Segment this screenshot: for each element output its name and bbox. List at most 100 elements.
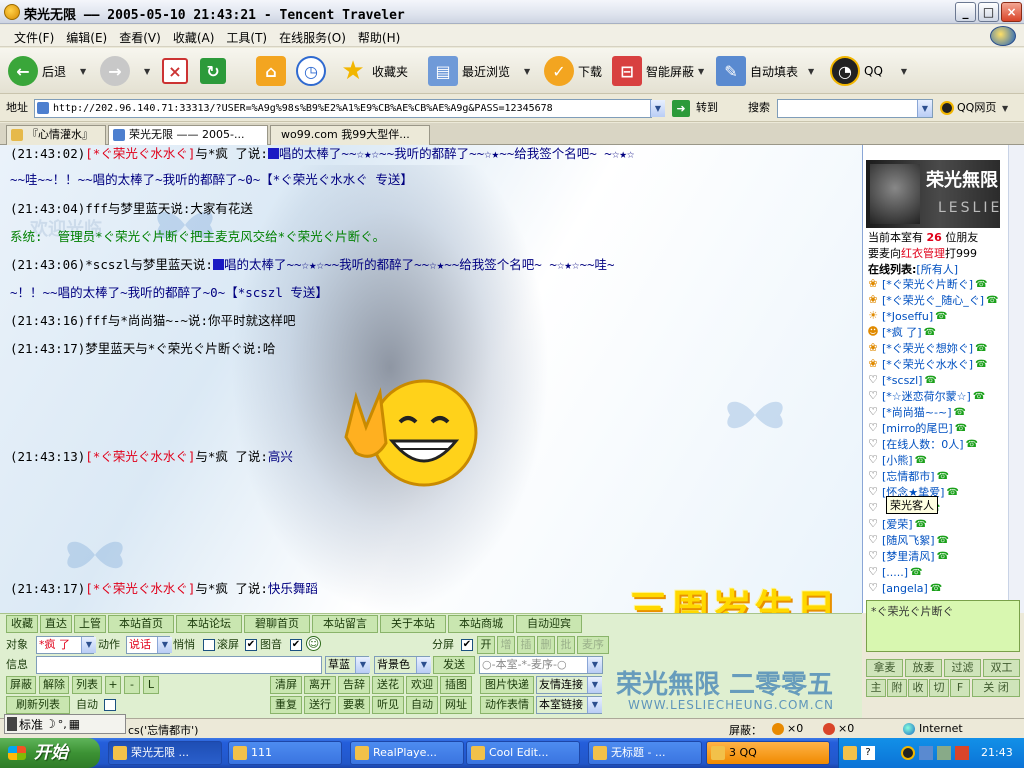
qq-web-dropdown-icon[interactable]: ▼ xyxy=(1002,104,1008,113)
online-user-row[interactable]: ♡ [梦里清风] ☎ xyxy=(866,548,1008,564)
user-name[interactable]: [梦里清风] xyxy=(882,548,935,564)
site-link-button[interactable]: 收藏 xyxy=(6,615,38,633)
user-name[interactable]: [在线人数：0人] xyxy=(882,436,964,452)
user-name[interactable]: [*疯 了] xyxy=(882,324,922,340)
menu-tools[interactable]: 工具(T) xyxy=(220,25,273,46)
duplex-button[interactable]: 双工 xyxy=(983,659,1020,677)
list-control-button[interactable]: - xyxy=(124,676,140,694)
image-sound-checkbox[interactable]: ✔ xyxy=(290,639,302,651)
friend-links-dropdown-icon[interactable]: ▼ xyxy=(587,677,602,693)
quick-action-button[interactable]: 离开 xyxy=(304,676,336,694)
taskbar-button[interactable]: 111 xyxy=(228,741,342,765)
qq-dropdown-icon[interactable]: ▼ xyxy=(901,67,907,76)
user-name[interactable]: [爱荣] xyxy=(882,516,913,532)
taskbar-button[interactable]: RealPlaye... xyxy=(350,741,464,765)
filter-button[interactable]: 过滤 xyxy=(944,659,981,677)
tab-chatroom[interactable]: 荣光无限 —— 2005-... xyxy=(108,125,268,145)
volume-icon[interactable] xyxy=(937,746,951,760)
message-sender[interactable]: *scszl xyxy=(85,257,130,272)
quick-action-button[interactable]: 插图 xyxy=(440,676,472,694)
online-user-row[interactable]: ❀ [*ぐ荣光ぐ想妳ぐ] ☎ xyxy=(866,340,1008,356)
chat-message-area[interactable]: 欢迎光临 (21:43:02)[*ぐ荣光ぐ水水ぐ]与*疯 了说: 唱的太棒了~~☆… xyxy=(0,145,862,613)
back-button[interactable]: ← 后退 ▼ xyxy=(8,54,86,88)
action-emote-button[interactable]: 动作表情 xyxy=(480,696,534,714)
mic-queue-button[interactable]: 批 xyxy=(557,636,575,654)
mic-queue-button[interactable]: 增 xyxy=(497,636,515,654)
network-icon[interactable] xyxy=(919,746,933,760)
mic-queue-button[interactable]: 删 xyxy=(537,636,555,654)
menu-file[interactable]: 文件(F) xyxy=(8,25,60,46)
quick-action-button[interactable]: 欢迎 xyxy=(406,676,438,694)
refresh-button[interactable]: ↻ xyxy=(200,54,226,88)
online-user-row[interactable]: ♡ [angela] ☎ xyxy=(866,580,1008,596)
quick-action-button[interactable]: 送行 xyxy=(304,696,336,714)
stop-button[interactable]: × xyxy=(162,54,188,88)
user-name[interactable]: [*ぐ荣光ぐ想妳ぐ] xyxy=(882,340,973,356)
user-name[interactable]: [*Joseffu] xyxy=(882,310,933,323)
qq-button[interactable]: ◔ QQ ▼ xyxy=(830,54,907,88)
user-name[interactable]: [忘情都市] xyxy=(882,468,935,484)
recent-dropdown-icon[interactable]: ▼ xyxy=(524,67,530,76)
user-name[interactable]: [随风飞絮] xyxy=(882,532,935,548)
go-arrow-icon[interactable]: ➜ xyxy=(672,100,690,117)
menu-online-service[interactable]: 在线服务(O) xyxy=(273,25,352,46)
minimize-button[interactable]: _ xyxy=(955,2,976,22)
selected-user-box[interactable]: *ぐ荣光ぐ片断ぐ xyxy=(866,600,1020,652)
mic-queue-button[interactable]: 开 xyxy=(477,636,495,654)
list-control-button[interactable]: 解除 xyxy=(39,676,69,694)
online-user-row[interactable]: ♡ [mirro的尾巴] ☎ xyxy=(866,420,1008,436)
menu-view[interactable]: 查看(V) xyxy=(113,25,167,46)
url-input[interactable]: http://202.96.140.71:33313/?USER=%A9g%98… xyxy=(34,99,652,118)
user-name[interactable]: [.....] xyxy=(882,566,908,579)
user-name[interactable]: [*ぐ荣光ぐ水水ぐ] xyxy=(882,356,973,372)
image-express-button[interactable]: 图片快递 xyxy=(480,676,534,694)
tab-wo99[interactable]: wo99.com 我99大型伴... xyxy=(270,125,430,145)
font-color-dropdown-icon[interactable]: ▼ xyxy=(355,657,370,673)
user-name[interactable]: [angela] xyxy=(882,582,928,595)
take-mic-button[interactable]: 拿麦 xyxy=(866,659,903,677)
menu-help[interactable]: 帮助(H) xyxy=(352,25,406,46)
background-color-dropdown-icon[interactable]: ▼ xyxy=(416,657,431,673)
message-sender[interactable]: [*ぐ荣光ぐ水水ぐ] xyxy=(85,581,195,596)
ime-punctuation-icon[interactable]: °, xyxy=(58,718,67,731)
online-user-row[interactable]: ♡ [爱荣] ☎ xyxy=(866,516,1008,532)
quick-action-button[interactable]: 重复 xyxy=(270,696,302,714)
smart-block-dropdown-icon[interactable]: ▼ xyxy=(698,67,704,76)
site-link-button[interactable]: 本站留言 xyxy=(312,615,378,633)
scroll-checkbox[interactable]: ✔ xyxy=(245,639,257,651)
whisper-checkbox[interactable] xyxy=(203,639,215,651)
tray-app-icon[interactable] xyxy=(843,746,857,760)
room-filter-dropdown-icon[interactable]: ▼ xyxy=(587,657,602,673)
back-dropdown-icon[interactable]: ▼ xyxy=(80,67,86,76)
secondary-button[interactable]: 附 xyxy=(887,679,907,697)
online-user-row[interactable]: ❀ [*ぐ荣光ぐ片断ぐ] ☎ xyxy=(866,276,1008,292)
site-link-button[interactable]: 关于本站 xyxy=(380,615,446,633)
user-name[interactable]: [*ぐ荣光ぐ片断ぐ] xyxy=(882,276,973,292)
list-control-button[interactable]: + xyxy=(105,676,121,694)
forward-dropdown-icon[interactable]: ▼ xyxy=(144,67,150,76)
split-screen-checkbox[interactable]: ✔ xyxy=(461,639,473,651)
user-name[interactable]: [*尚尚猫~-~] xyxy=(882,404,952,420)
ime-handle-icon[interactable] xyxy=(7,717,17,731)
online-filter[interactable]: [所有人] xyxy=(916,263,958,276)
menu-edit[interactable]: 编辑(E) xyxy=(60,25,113,46)
message-sender[interactable]: [*ぐ荣光ぐ水水ぐ] xyxy=(85,449,195,464)
site-link-button[interactable]: 本站首页 xyxy=(108,615,174,633)
home-button[interactable]: ⌂ xyxy=(256,54,286,88)
release-mic-button[interactable]: 放麦 xyxy=(905,659,942,677)
maximize-button[interactable]: □ xyxy=(978,2,999,22)
user-name[interactable]: [mirro的尾巴] xyxy=(882,420,953,436)
tab-mood-board[interactable]: 『心情灌水』 xyxy=(6,125,106,145)
auto-checkbox[interactable] xyxy=(104,699,116,711)
online-user-row[interactable]: ♡ [.....] ☎ xyxy=(866,564,1008,580)
user-name[interactable]: [*☆迷恋荷尔蒙☆] xyxy=(882,388,971,404)
qq-web-search-button[interactable]: QQ网页 xyxy=(957,99,996,117)
site-link-button[interactable]: 直达 xyxy=(40,615,72,633)
message-input[interactable] xyxy=(36,656,322,674)
search-input[interactable] xyxy=(777,99,933,118)
list-control-button[interactable]: 屏蔽 xyxy=(6,676,36,694)
online-user-row[interactable]: ♡ [小熊] ☎ xyxy=(866,452,1008,468)
quick-action-button[interactable]: 告辞 xyxy=(338,676,370,694)
close-panel-button[interactable]: 关 闭 xyxy=(972,679,1020,697)
online-user-row[interactable]: ☻ [*疯 了] ☎ xyxy=(866,324,1008,340)
